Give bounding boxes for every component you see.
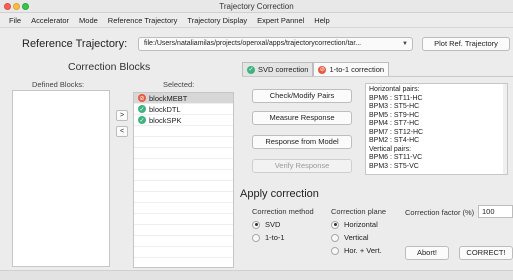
radio-selected-icon (252, 220, 260, 229)
reference-path-value: file:/Users/nataliamilas/projects/openxa… (144, 40, 362, 47)
check-status-icon: ✓ (138, 116, 146, 124)
block-name: blockSPK (149, 115, 182, 125)
list-item (134, 181, 233, 192)
menu-file[interactable]: File (4, 16, 26, 25)
defined-blocks-list[interactable] (12, 90, 110, 267)
error-status-icon: ⊘ (318, 65, 327, 74)
radio-label: 1-to-1 (265, 233, 285, 242)
list-item (134, 203, 233, 214)
correction-tabs: ✓ SVD correction ⊘ 1-to-1 correction (242, 62, 390, 76)
menu-reference-trajectory[interactable]: Reference Trajectory (103, 16, 183, 25)
selected-blocks-label: Selected: (163, 80, 195, 89)
correction-factor-input[interactable]: 100 (478, 205, 513, 218)
pairs-line: Vertical pairs: (369, 145, 412, 153)
check-modify-pairs-button[interactable]: Check/Modify Pairs (252, 89, 352, 103)
reference-path-select[interactable]: file:/Users/nataliamilas/projects/openxa… (138, 37, 413, 51)
apply-correction-title: Apply correction (240, 188, 319, 200)
block-name: blockMEBT (149, 93, 188, 103)
tab-label: SVD correction (258, 65, 309, 74)
correction-blocks-title: Correction Blocks (68, 61, 151, 73)
check-status-icon: ✓ (138, 105, 146, 113)
list-item (134, 225, 233, 236)
radio-label: SVD (265, 220, 281, 229)
radio-label: Hor. + Vert. (344, 246, 382, 255)
pairs-line: Horizontal pairs: (369, 86, 420, 93)
status-bar (0, 270, 513, 280)
reference-trajectory-row: Reference Trajectory: file:/Users/natali… (0, 28, 513, 59)
list-item (134, 137, 233, 148)
pairs-line: BPM6 : ST11-HC (369, 94, 423, 102)
correct-button[interactable]: CORRECT! (459, 246, 513, 260)
list-item (134, 247, 233, 258)
pairs-line: BPM4 : ST7-HC (369, 120, 420, 127)
minimize-window-icon[interactable] (13, 3, 20, 10)
list-item (134, 148, 233, 159)
pairs-line: BPM3 : ST5-HC (369, 103, 420, 110)
tab-label: 1-to-1 correction (329, 65, 385, 74)
plane-radio-hor-vert[interactable]: Hor. + Vert. (331, 246, 382, 255)
correction-method-label: Correction method (252, 207, 314, 216)
list-item (134, 170, 233, 181)
response-from-model-button[interactable]: Response from Model (252, 135, 352, 149)
pairs-text-area[interactable]: Horizontal pairs: BPM6 : ST11-HC BPM3 : … (365, 83, 508, 175)
window-title: Trajectory Correction (219, 2, 294, 11)
abort-button[interactable]: Abort! (405, 246, 449, 260)
correction-factor-label: Correction factor (%) (405, 208, 475, 217)
menu-expert-pannel[interactable]: Expert Pannel (252, 16, 309, 25)
radio-unselected-icon (331, 233, 339, 242)
measure-response-button[interactable]: Measure Response (252, 111, 352, 125)
pairs-scrollbar[interactable] (503, 84, 507, 174)
list-item[interactable]: ✓ blockDTL (134, 104, 233, 115)
title-bar: Trajectory Correction (0, 0, 513, 13)
radio-label: Horizontal (344, 220, 378, 229)
list-item (134, 258, 233, 267)
list-item[interactable]: ⊘ blockMEBT (134, 93, 233, 104)
verify-response-button[interactable]: Verify Response (252, 159, 352, 173)
list-item (134, 159, 233, 170)
menu-mode[interactable]: Mode (74, 16, 103, 25)
check-status-icon: ✓ (247, 65, 255, 74)
radio-label: Vertical (344, 233, 369, 242)
maximize-window-icon[interactable] (22, 3, 29, 10)
selected-blocks-list[interactable]: ⊘ blockMEBT ✓ blockDTL ✓ blockSPK (133, 92, 234, 268)
menu-accelerator[interactable]: Accelerator (26, 16, 74, 25)
plot-reference-button[interactable]: Plot Ref. Trajectory (422, 37, 510, 51)
method-radio-one-to-one[interactable]: 1-to-1 (252, 233, 285, 242)
list-item[interactable]: ✓ blockSPK (134, 115, 233, 126)
list-item (134, 126, 233, 137)
menu-help[interactable]: Help (309, 16, 334, 25)
correction-plane-label: Correction plane (331, 207, 387, 216)
error-status-icon: ⊘ (138, 94, 146, 102)
list-item (134, 214, 233, 225)
radio-unselected-icon (252, 233, 260, 242)
list-item (134, 236, 233, 247)
remove-block-button[interactable]: < (116, 126, 128, 137)
pairs-line: BPM2 : ST4-HC (369, 137, 420, 144)
reference-trajectory-label: Reference Trajectory: (22, 38, 128, 50)
chevron-down-icon: ▼ (402, 41, 408, 47)
plane-radio-horizontal[interactable]: Horizontal (331, 220, 378, 229)
close-window-icon[interactable] (4, 3, 11, 10)
list-item (134, 192, 233, 203)
block-name: blockDTL (149, 104, 181, 114)
menu-bar: File Accelerator Mode Reference Trajecto… (0, 13, 513, 28)
method-radio-svd[interactable]: SVD (252, 220, 280, 229)
radio-unselected-icon (331, 246, 339, 255)
menu-trajectory-display[interactable]: Trajectory Display (182, 16, 252, 25)
add-block-button[interactable]: > (116, 110, 128, 121)
pairs-line: BPM3 : ST5-VC (369, 162, 419, 170)
pairs-line: BPM5 : ST9-HC (369, 111, 420, 119)
radio-selected-icon (331, 220, 339, 229)
pairs-line: BPM6 : ST11-VC (369, 154, 423, 161)
tab-svd-correction[interactable]: ✓ SVD correction (242, 62, 314, 76)
pairs-line: BPM7 : ST12-HC (369, 128, 424, 136)
defined-blocks-label: Defined Blocks: (32, 80, 85, 89)
plane-radio-vertical[interactable]: Vertical (331, 233, 369, 242)
tab-one-to-one-correction[interactable]: ⊘ 1-to-1 correction (313, 62, 390, 76)
